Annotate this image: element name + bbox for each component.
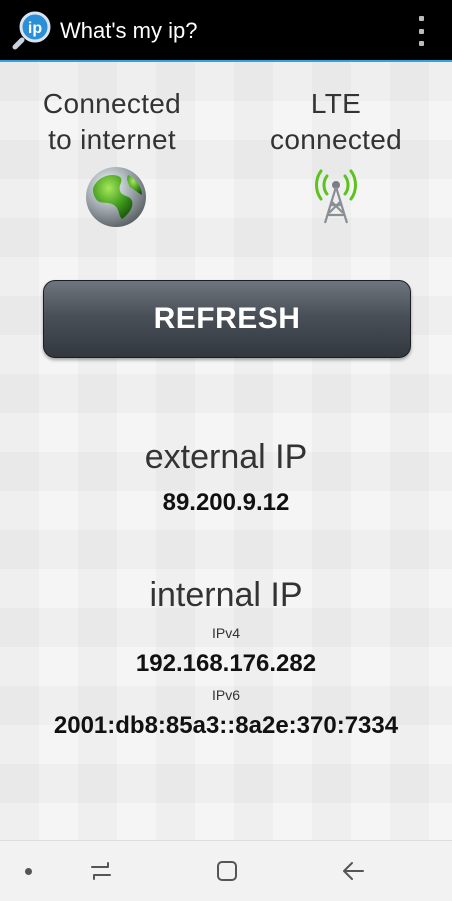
logo-text: ip [28,20,42,37]
network-status: LTE connected [246,86,426,158]
refresh-button[interactable]: REFRESH [43,280,411,358]
main-content: Connected to internet LTE connected REFR… [0,62,452,840]
app-bar: ip What's my ip? [0,0,452,62]
external-ip-label: external IP [144,438,308,476]
ipv4-label: IPv4 [211,625,240,641]
globe-icon [86,167,146,227]
more-vert-icon[interactable] [416,16,426,46]
recent-apps-icon[interactable] [88,858,114,884]
back-icon[interactable] [340,858,366,884]
internet-status: Connected to internet [22,86,202,158]
ipv6-label: IPv6 [211,687,240,703]
internet-status-line1: Connected [42,88,182,119]
magnifier-ip-icon: ip [12,11,51,50]
cell-tower-icon [315,169,357,224]
ipv4-value: 192.168.176.282 [135,650,317,677]
dot-icon[interactable] [25,868,32,875]
home-icon[interactable] [214,858,240,884]
app-title: What's my ip? [60,18,198,43]
network-status-line1: LTE [310,88,362,119]
external-ip-value: 89.200.9.12 [162,489,290,516]
network-status-line2: connected [270,124,402,155]
internet-status-line2: to internet [48,124,176,155]
ipv6-value: 2001:db8:85a3::8a2e:370:7334 [53,712,399,739]
system-nav-bar [0,840,452,901]
internal-ip-label: internal IP [149,576,303,614]
